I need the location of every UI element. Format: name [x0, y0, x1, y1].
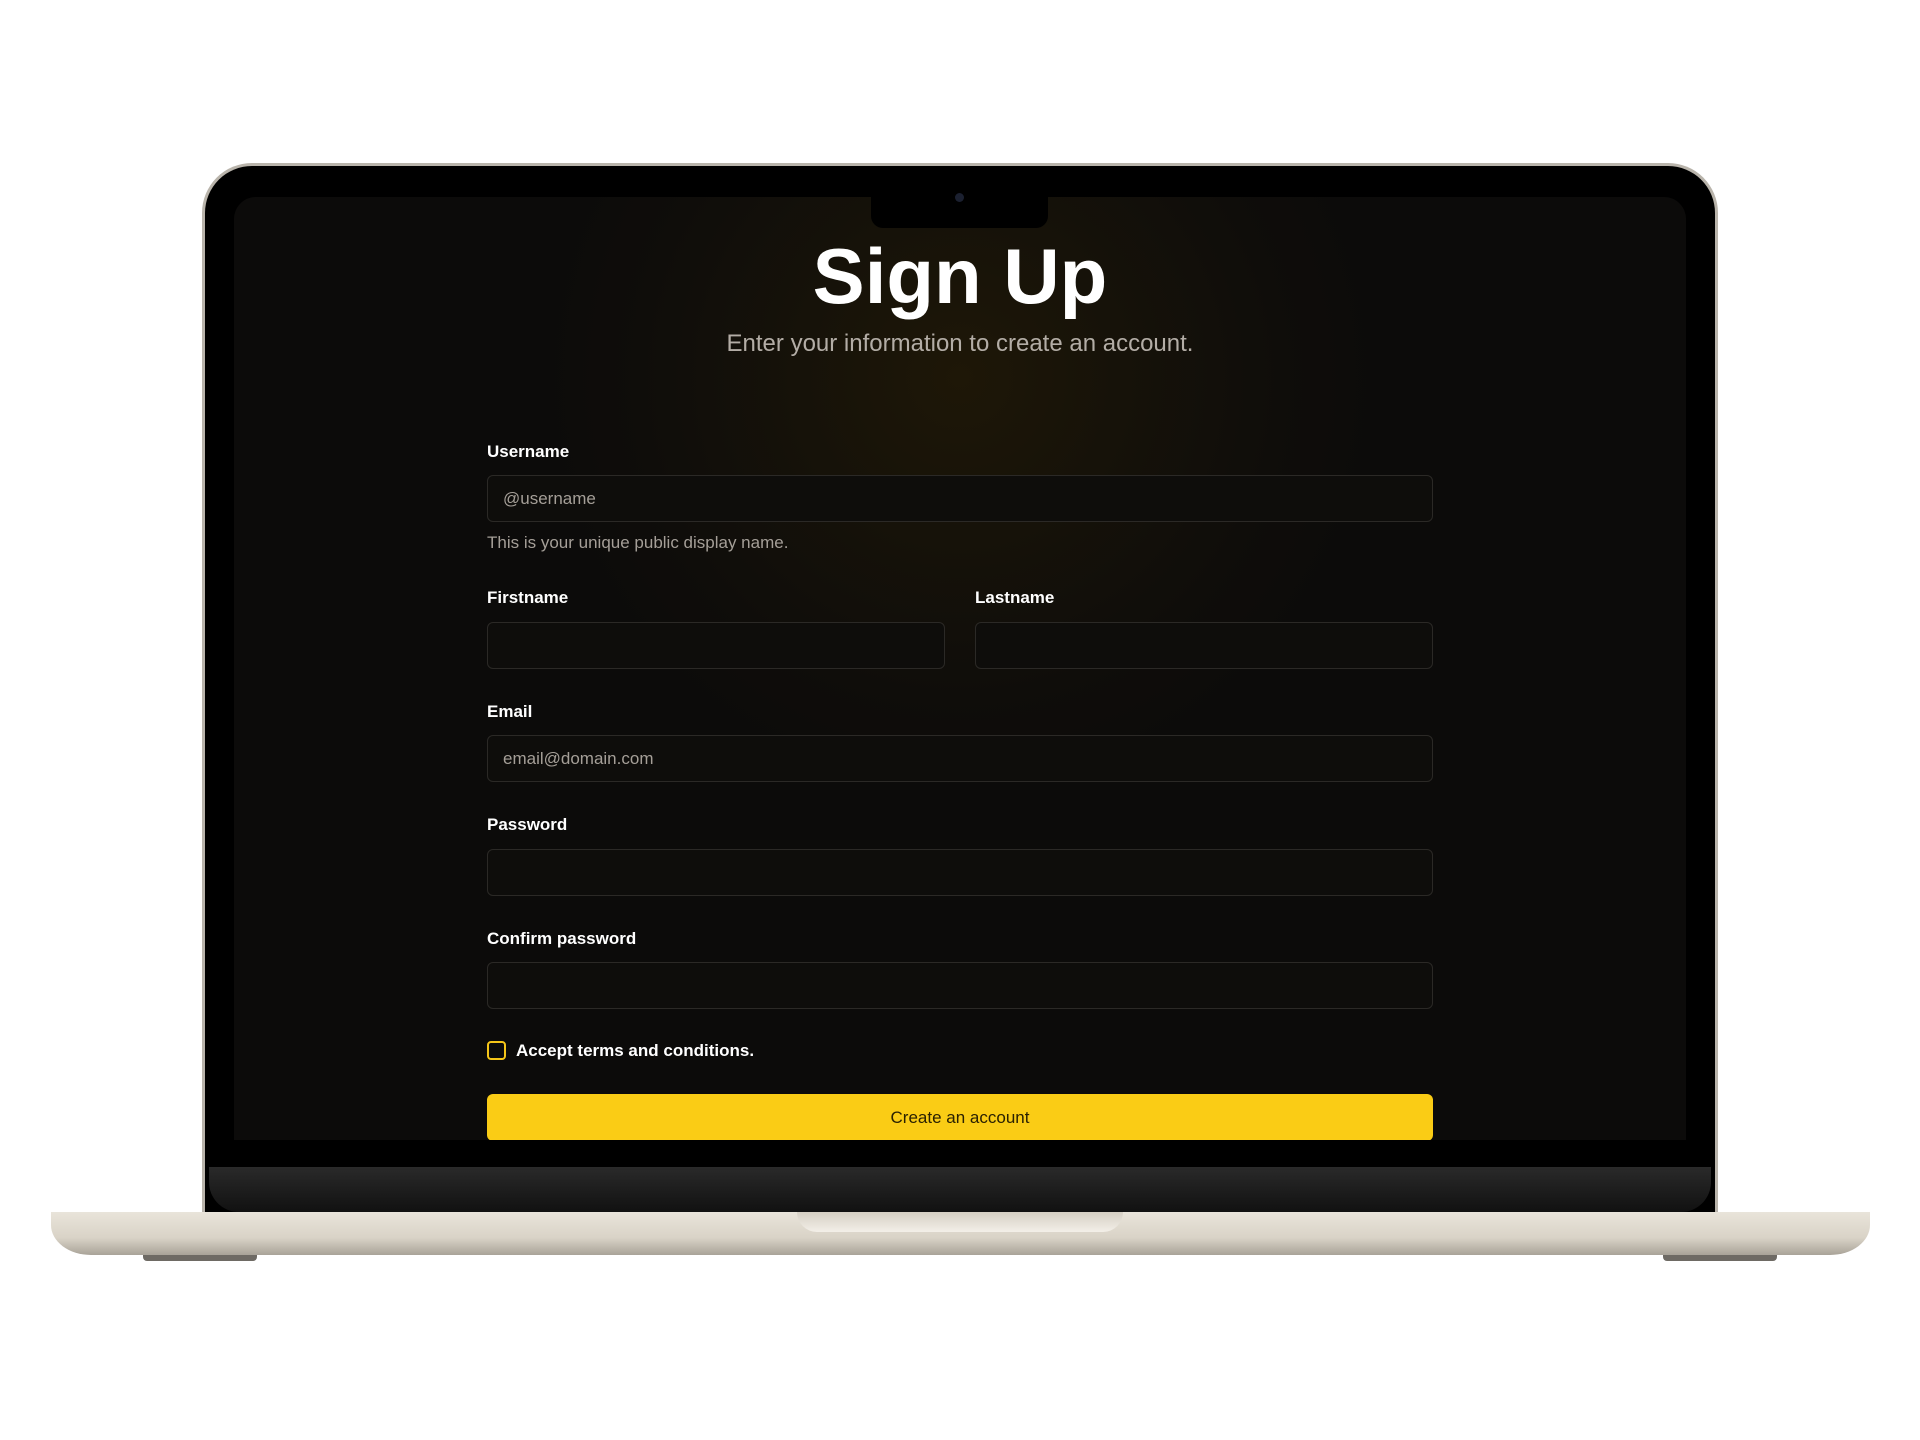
firstname-input[interactable] — [487, 622, 945, 669]
screen: Sign Up Enter your information to create… — [234, 197, 1686, 1140]
lastname-input[interactable] — [975, 622, 1433, 669]
terms-label[interactable]: Accept terms and conditions. — [516, 1041, 754, 1061]
laptop-chin — [209, 1167, 1711, 1212]
password-input[interactable] — [487, 849, 1433, 896]
camera-icon — [955, 193, 964, 202]
firstname-label: Firstname — [487, 588, 569, 607]
create-account-button[interactable]: Create an account — [487, 1094, 1433, 1140]
username-input[interactable] — [487, 475, 1433, 522]
terms-checkbox[interactable] — [487, 1041, 506, 1060]
username-label: Username — [487, 442, 570, 461]
laptop-base-notch — [797, 1212, 1123, 1232]
laptop-foot-right — [1663, 1255, 1777, 1261]
lastname-label: Lastname — [975, 588, 1055, 607]
email-label: Email — [487, 702, 533, 721]
page-subtitle: Enter your information to create an acco… — [726, 330, 1194, 357]
email-input[interactable] — [487, 735, 1433, 782]
confirm-password-label: Confirm password — [487, 929, 637, 948]
confirm-password-input[interactable] — [487, 962, 1433, 1009]
page-title: Sign Up — [812, 232, 1108, 320]
username-help: This is your unique public display name. — [487, 533, 789, 552]
laptop-foot-left — [143, 1255, 257, 1261]
password-label: Password — [487, 815, 568, 834]
